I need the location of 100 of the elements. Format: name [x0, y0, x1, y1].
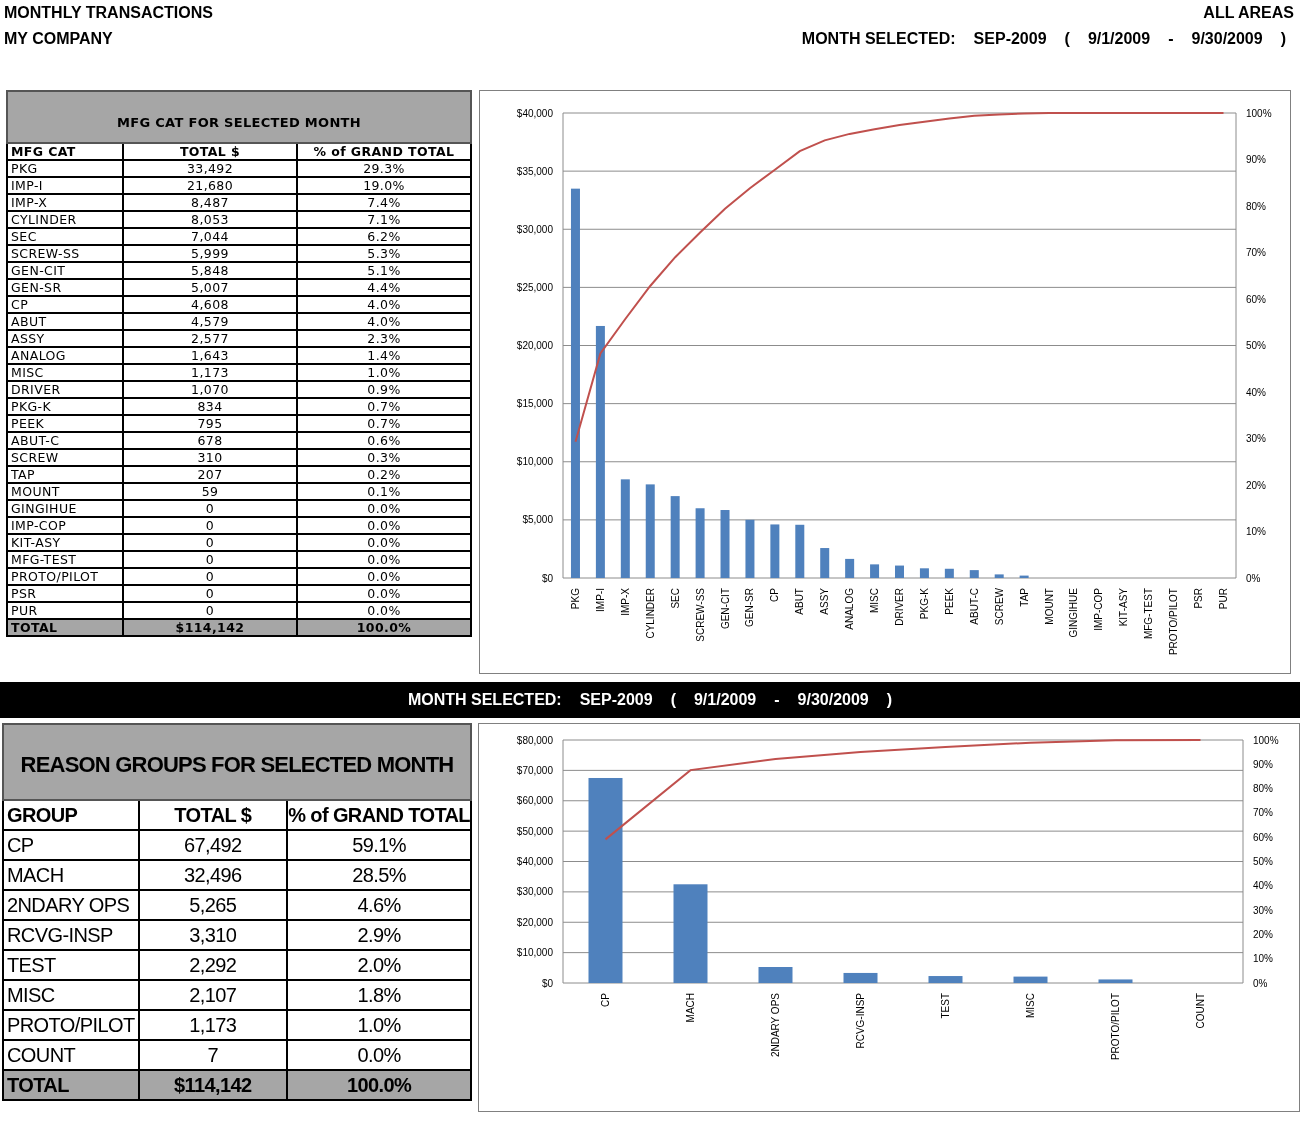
- month-text: 9/30/2009: [797, 691, 869, 709]
- table-cell: 67,492: [138, 830, 288, 860]
- bar: [745, 519, 755, 578]
- bar: [770, 524, 780, 578]
- bar: [969, 570, 979, 578]
- table-cell: 0.0%: [287, 1040, 471, 1070]
- axis-label: 50%: [1246, 340, 1266, 351]
- bar: [895, 565, 904, 578]
- category-label: MFG-TEST: [1143, 588, 1155, 640]
- table-cell: 5,265: [138, 890, 288, 920]
- axis-label: $20,000: [516, 340, 553, 351]
- total-cell: $114,142: [138, 1070, 288, 1100]
- month-text: ): [886, 691, 893, 709]
- report-title: MONTHLY TRANSACTIONS: [4, 4, 213, 22]
- bar: [695, 508, 705, 578]
- bar: [944, 568, 954, 578]
- month-text: (: [670, 691, 676, 709]
- category-label: MOUNT: [1043, 588, 1055, 625]
- category-label: MISC: [869, 588, 881, 613]
- column-header: % of GRAND TOTAL: [287, 800, 471, 830]
- bar: [870, 564, 880, 578]
- category-label: IMP-X: [619, 588, 631, 616]
- month-text: SEP-2009: [973, 30, 1047, 48]
- month-text: 9/1/2009: [693, 691, 757, 709]
- bar: [1098, 979, 1133, 983]
- axis-label: 70%: [1253, 807, 1273, 819]
- table-cell: 1.8%: [287, 980, 471, 1010]
- month-text: SEP-2009: [579, 691, 653, 709]
- axis-label: 10%: [1253, 953, 1273, 965]
- axis-label: $10,000: [516, 456, 553, 468]
- month-text: -: [1168, 30, 1174, 48]
- axis-label: $25,000: [516, 281, 553, 293]
- category-label: PKG: [569, 588, 581, 610]
- table-cell: 1,173: [138, 1010, 288, 1040]
- table-cell: 2.0%: [287, 950, 471, 980]
- axis-label: $35,000: [516, 165, 553, 177]
- table-cell: 4.6%: [287, 890, 471, 920]
- bar: [820, 548, 830, 578]
- category-label: KIT-ASY: [1118, 588, 1130, 627]
- category-label: COUNT: [1195, 993, 1206, 1029]
- table-cell: 32,496: [138, 860, 288, 890]
- category-label: ABUT-C: [968, 588, 980, 625]
- category-label: CP: [600, 993, 611, 1007]
- category-label: TEST: [940, 993, 951, 1019]
- axis-label: $40,000: [516, 107, 553, 119]
- axis-label: $10,000: [516, 947, 553, 959]
- category-label: ANALOG: [844, 588, 856, 630]
- table-cell: 28.5%: [287, 860, 471, 890]
- category-label: GEN-SR: [744, 588, 756, 627]
- table-cell: 2,292: [138, 950, 288, 980]
- axis-label: 30%: [1253, 904, 1273, 916]
- month-text: 9/1/2009: [1087, 30, 1151, 48]
- axis-label: 50%: [1253, 856, 1273, 867]
- axis-label: $30,000: [516, 886, 553, 898]
- axis-label: 80%: [1246, 200, 1266, 212]
- axis-label: 0%: [1246, 572, 1261, 584]
- category-label: GEN-CIT: [719, 588, 731, 630]
- category-label: PROTO/PILOT: [1110, 993, 1121, 1061]
- axis-label: 100%: [1253, 734, 1279, 746]
- bar: [1013, 976, 1048, 983]
- month-text: MONTH SELECTED:: [801, 30, 956, 48]
- axis-label: $15,000: [516, 398, 553, 410]
- bar: [845, 558, 855, 578]
- category-label: PROTO/PILOT: [1168, 588, 1180, 656]
- axis-label: 0%: [1253, 977, 1268, 989]
- category-label: PKG-K: [918, 588, 930, 620]
- table-cell: 2,107: [138, 980, 288, 1010]
- category-label: MISC: [1025, 993, 1036, 1018]
- bar: [919, 568, 929, 578]
- category-label: CP: [769, 588, 781, 602]
- category-label: ABUT: [794, 588, 806, 615]
- table-cell: 1.0%: [287, 1010, 471, 1040]
- table-cell: 7: [138, 1040, 288, 1070]
- month-text: ): [1280, 30, 1286, 48]
- table-cell: CP: [3, 830, 139, 860]
- axis-label: 10%: [1246, 526, 1266, 537]
- category-label: SEC: [669, 588, 681, 609]
- axis-label: 90%: [1246, 154, 1266, 165]
- category-label: SCREW-SS: [694, 588, 706, 642]
- axis-label: 20%: [1253, 928, 1273, 940]
- month-text: 9/30/2009: [1191, 30, 1263, 48]
- bar: [795, 524, 805, 578]
- column-header: GROUP: [3, 800, 139, 830]
- axis-label: 30%: [1246, 433, 1266, 444]
- total-cell: 100.0%: [287, 1070, 471, 1100]
- axis-label: 60%: [1246, 293, 1266, 305]
- table-cell: TEST: [3, 950, 139, 980]
- table-title: REASON GROUPS FOR SELECTED MONTH: [3, 724, 471, 800]
- category-label: MACH: [685, 993, 696, 1023]
- month-text: -: [774, 691, 780, 709]
- company-name: MY COMPANY: [4, 30, 113, 48]
- axis-label: 70%: [1246, 247, 1266, 258]
- bar: [843, 972, 878, 983]
- category-label: IMP-I: [594, 588, 606, 612]
- axis-label: $40,000: [516, 856, 553, 867]
- axis-label: $60,000: [516, 795, 553, 807]
- table-title: MFG CAT FOR SELECTED MONTH: [7, 91, 471, 143]
- area-label: ALL AREAS: [1203, 4, 1294, 22]
- axis-label: $0: [541, 572, 553, 584]
- category-label: GINGIHUE: [1068, 588, 1080, 638]
